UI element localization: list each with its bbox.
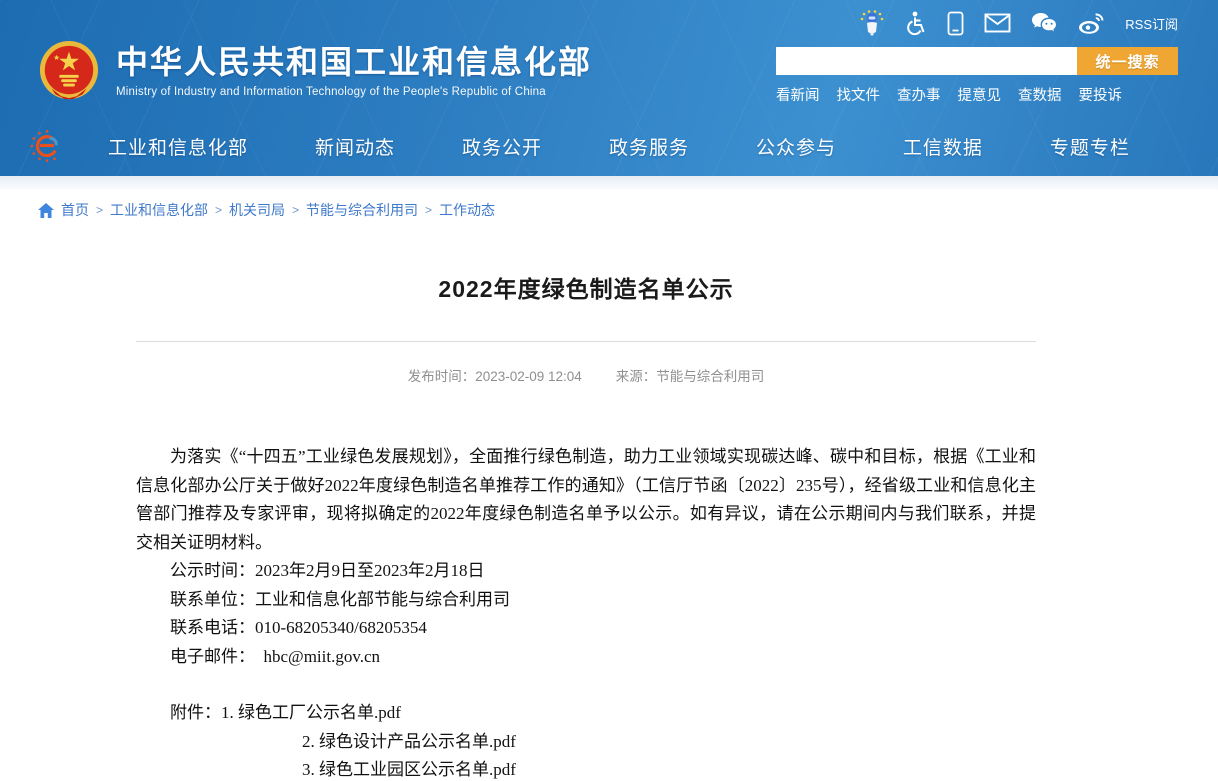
contact-unit-line: 联系单位：工业和信息化部节能与综合利用司 [136, 586, 1036, 615]
brand-text: 中华人民共和国工业和信息化部 Ministry of Industry and … [116, 44, 592, 99]
header-right: RSS订阅 统一搜索 看新闻 找文件 查办事 提意见 查数据 要投诉 [776, 0, 1178, 116]
quick-link-documents[interactable]: 找文件 [837, 84, 881, 105]
header-top: 中华人民共和国工业和信息化部 Ministry of Industry and … [0, 0, 1218, 116]
article-meta: 发布时间：2023-02-09 12:04 来源：节能与综合利用司 [136, 365, 1036, 385]
mobile-icon[interactable] [947, 11, 964, 36]
contact-phone-line: 联系电话：010-68205340/68205354 [136, 614, 1036, 643]
nav-item-news[interactable]: 新闻动态 [315, 133, 395, 160]
unified-search-button[interactable]: 统一搜索 [1077, 47, 1178, 75]
main-nav: 工业和信息化部 新闻动态 政务公开 政务服务 公众参与 工信数据 专题专栏 [0, 116, 1218, 176]
wechat-icon[interactable] [1031, 12, 1057, 34]
site-brand[interactable]: 中华人民共和国工业和信息化部 Ministry of Industry and … [38, 26, 592, 116]
article-title: 2022年度绿色制造名单公示 [136, 270, 1036, 304]
quick-link-services[interactable]: 查办事 [897, 84, 941, 105]
weibo-icon[interactable] [1077, 12, 1105, 35]
breadcrumb-separator: > [292, 203, 299, 217]
quick-link-news[interactable]: 看新闻 [776, 84, 820, 105]
nav-list: 工业和信息化部 新闻动态 政务公开 政务服务 公众参与 工信数据 专题专栏 [108, 133, 1130, 160]
article-paragraph: 为落实《“十四五”工业绿色发展规划》，全面推行绿色制造，助力工业领域实现碳达峰、… [136, 443, 1036, 557]
nav-item-public-participation[interactable]: 公众参与 [756, 133, 836, 160]
site-subtitle: Ministry of Industry and Information Tec… [116, 86, 592, 98]
breadcrumb-work-updates[interactable]: 工作动态 [439, 200, 495, 220]
breadcrumb-departments[interactable]: 机关司局 [229, 200, 285, 220]
search-input[interactable] [776, 47, 1077, 75]
publish-time-label: 发布时间： [408, 369, 476, 384]
source-value: 节能与综合利用司 [656, 369, 764, 384]
mail-icon[interactable] [984, 13, 1011, 33]
site-header: 中华人民共和国工业和信息化部 Ministry of Industry and … [0, 0, 1218, 176]
miit-spiral-logo [30, 129, 64, 163]
attachment-link-green-industrial-parks[interactable]: 3. 绿色工业园区公示名单.pdf [302, 760, 516, 779]
nav-item-gov-services[interactable]: 政务服务 [609, 133, 689, 160]
publicity-period-line: 公示时间：2023年2月9日至2023年2月18日 [136, 557, 1036, 586]
attachment-line: 附件：1. 绿色工厂公示名单.pdf [136, 699, 1036, 728]
robot-mascot-icon[interactable] [860, 10, 884, 36]
rss-subscribe-link[interactable]: RSS订阅 [1125, 14, 1178, 33]
attachment-link-green-factory[interactable]: 1. 绿色工厂公示名单.pdf [221, 703, 401, 722]
breadcrumb: 首页 > 工业和信息化部 > 机关司局 > 节能与综合利用司 > 工作动态 [38, 200, 1218, 220]
quick-link-complaint[interactable]: 要投诉 [1079, 84, 1123, 105]
breadcrumb-separator: > [425, 203, 432, 217]
breadcrumb-energy-dept[interactable]: 节能与综合利用司 [306, 200, 418, 220]
nav-item-data[interactable]: 工信数据 [903, 133, 983, 160]
attachment-line: 2. 绿色设计产品公示名单.pdf [136, 728, 1036, 757]
search-bar: 统一搜索 [776, 47, 1178, 75]
accessibility-icon[interactable] [904, 11, 927, 36]
attachments-list: 附件：1. 绿色工厂公示名单.pdf 2. 绿色设计产品公示名单.pdf 3. … [136, 699, 1036, 781]
breadcrumb-home[interactable]: 首页 [61, 200, 89, 220]
attachment-line: 3. 绿色工业园区公示名单.pdf [136, 756, 1036, 781]
home-icon[interactable] [38, 203, 54, 218]
site-title: 中华人民共和国工业和信息化部 [116, 44, 592, 81]
article-body: 为落实《“十四五”工业绿色发展规划》，全面推行绿色制造，助力工业领域实现碳达峰、… [136, 443, 1036, 781]
header-divider-strip [0, 176, 1218, 190]
breadcrumb-miit[interactable]: 工业和信息化部 [110, 200, 208, 220]
quick-link-data[interactable]: 查数据 [1018, 84, 1062, 105]
nav-item-gov-disclosure[interactable]: 政务公开 [462, 133, 542, 160]
attachment-link-green-design-products[interactable]: 2. 绿色设计产品公示名单.pdf [302, 732, 516, 751]
breadcrumb-separator: > [215, 203, 222, 217]
title-divider [136, 341, 1036, 342]
nav-item-miit[interactable]: 工业和信息化部 [108, 133, 248, 160]
article-content: 2022年度绿色制造名单公示 发布时间：2023-02-09 12:04 来源：节… [136, 270, 1036, 781]
quick-links-row: 看新闻 找文件 查办事 提意见 查数据 要投诉 [776, 84, 1178, 105]
source-label: 来源： [616, 369, 657, 384]
contact-email-line: 电子邮件： hbc@miit.gov.cn [136, 643, 1036, 672]
breadcrumb-separator: > [96, 203, 103, 217]
publish-time-value: 2023-02-09 12:04 [475, 369, 582, 384]
attachments-label: 附件： [170, 703, 221, 722]
header-icon-row: RSS订阅 [776, 10, 1178, 36]
quick-link-feedback[interactable]: 提意见 [958, 84, 1002, 105]
national-emblem-logo [38, 40, 100, 102]
nav-item-special-topics[interactable]: 专题专栏 [1050, 133, 1130, 160]
